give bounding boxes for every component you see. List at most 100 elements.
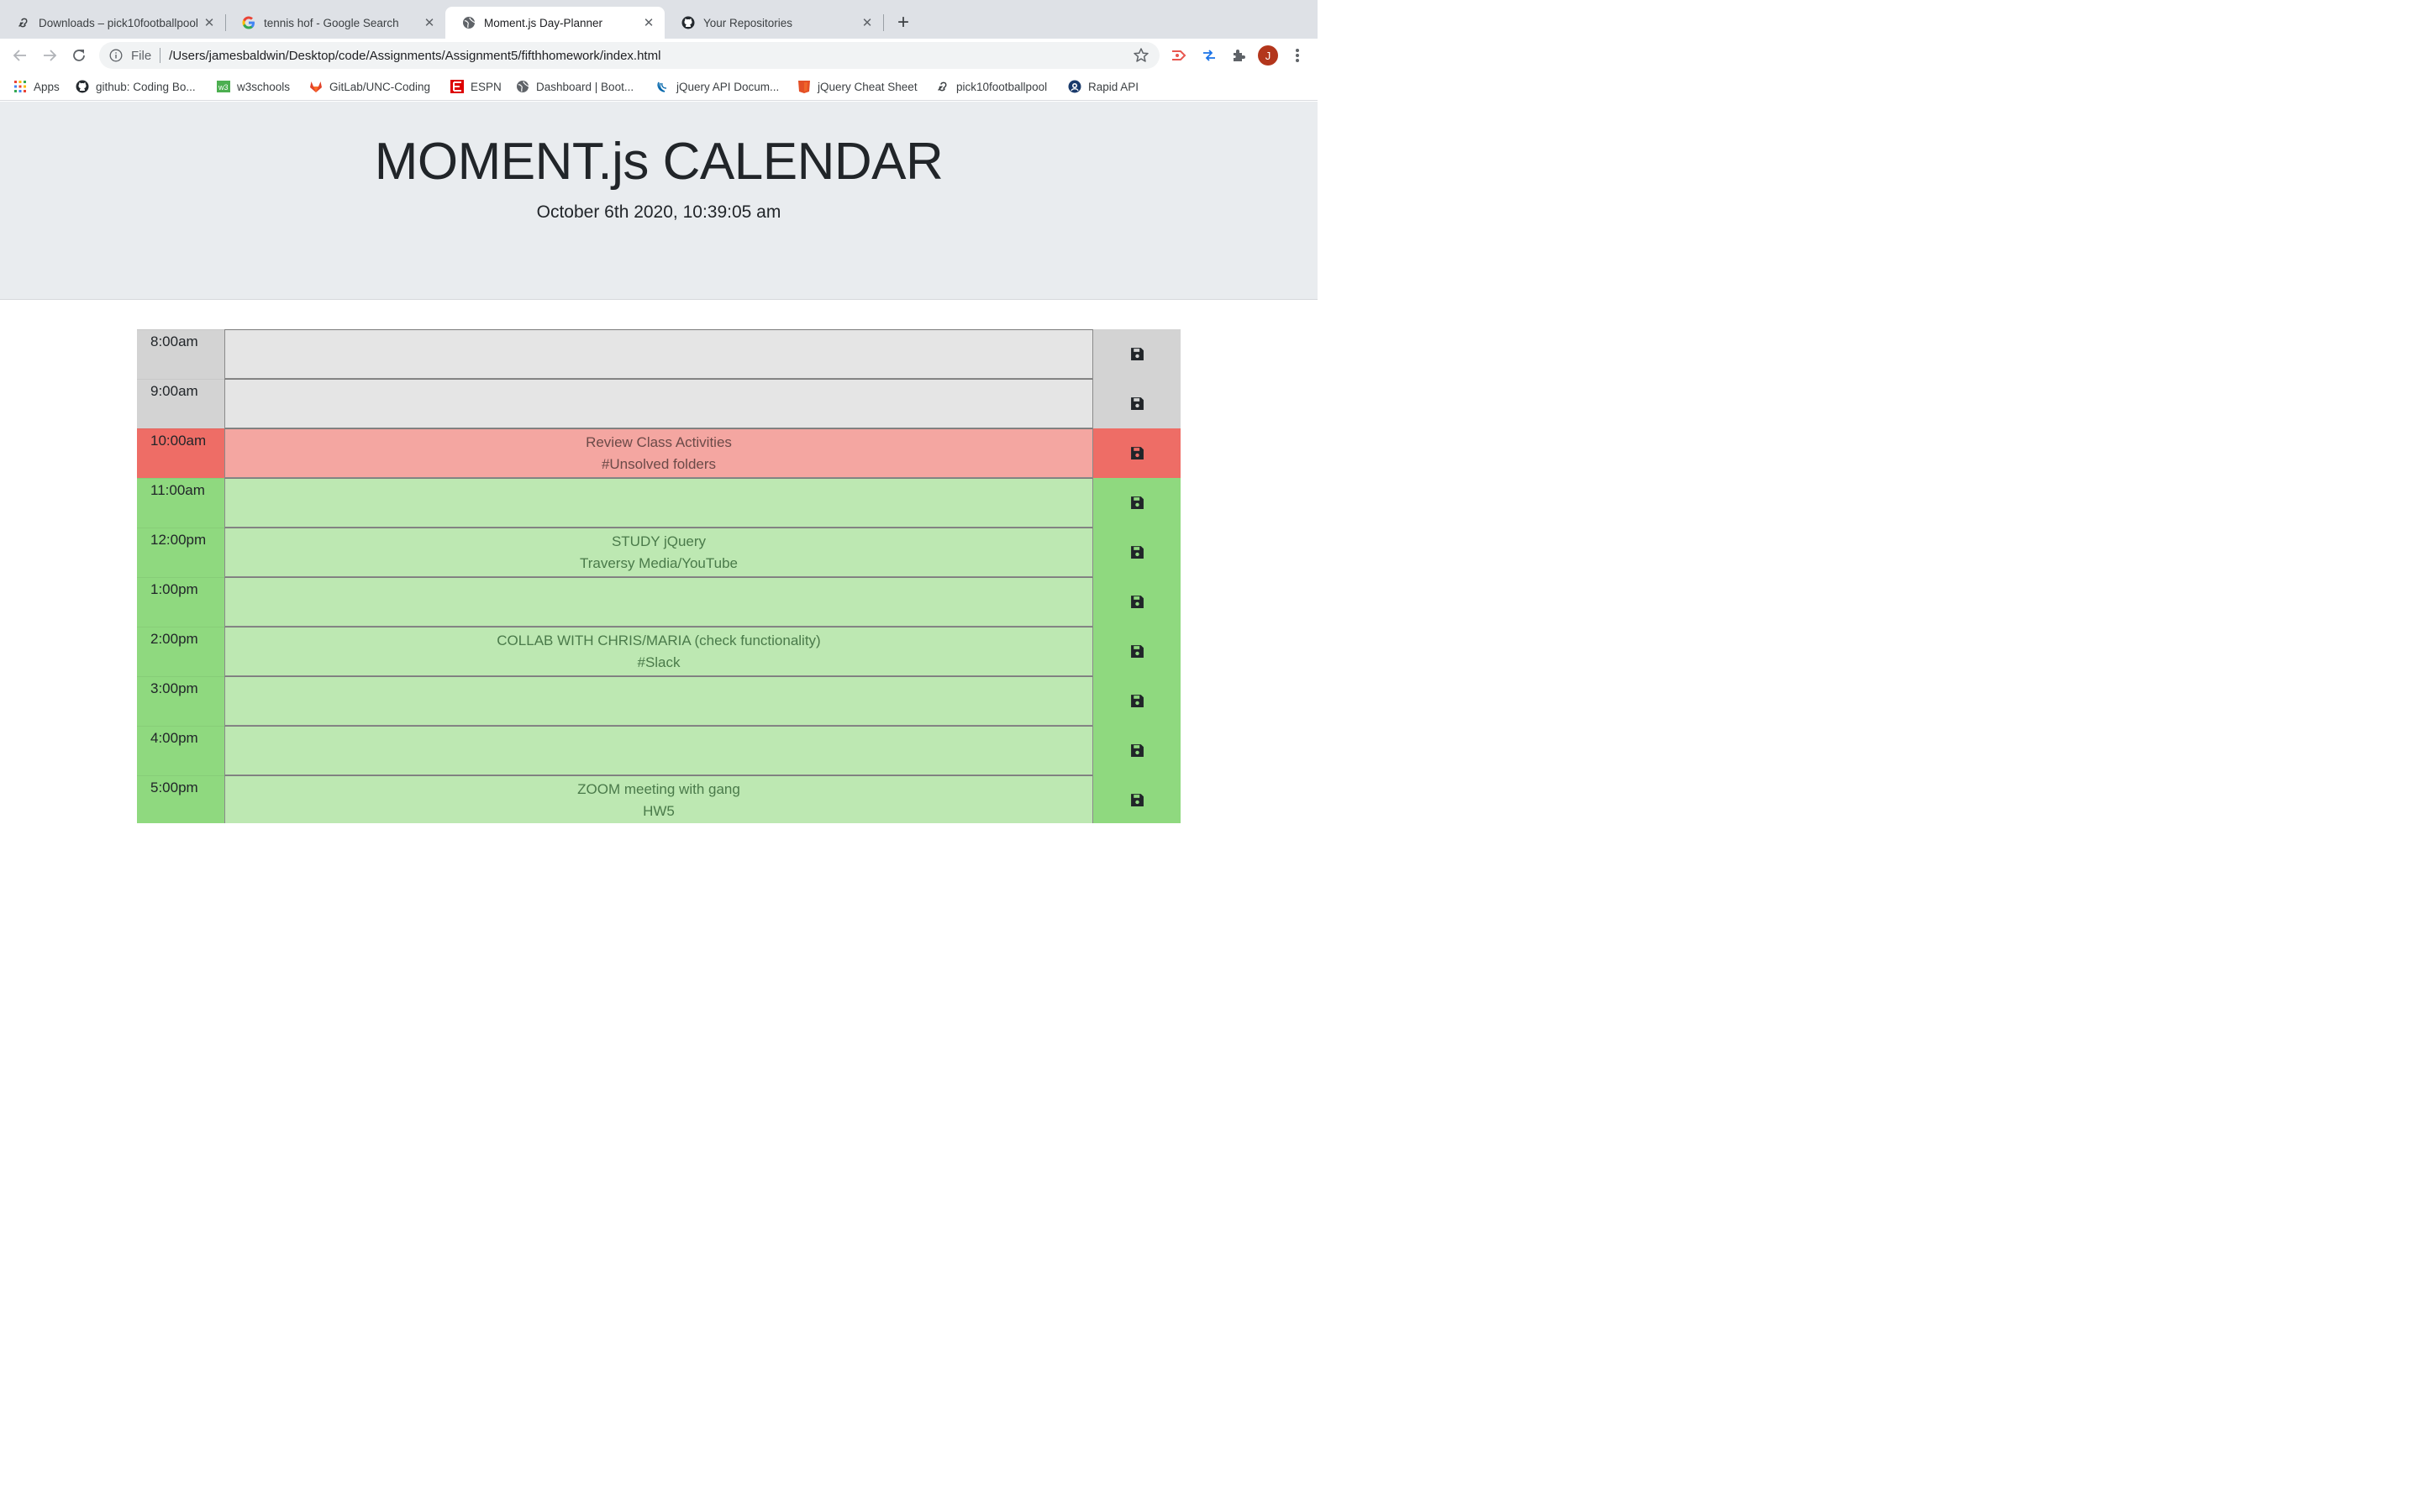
resize-handle-icon[interactable]	[1084, 370, 1091, 385]
back-button[interactable]	[10, 45, 30, 66]
tab-separator	[883, 14, 884, 31]
bookmark-label: pick10footballpool	[956, 80, 1048, 93]
floppy-disk-icon	[1130, 694, 1144, 708]
save-button[interactable]	[1093, 726, 1181, 775]
floppy-disk-icon	[1130, 496, 1144, 510]
new-tab-button[interactable]: +	[893, 11, 913, 34]
event-textarea[interactable]	[224, 577, 1093, 633]
floppy-disk-icon	[1130, 793, 1144, 807]
save-button[interactable]	[1093, 627, 1181, 676]
floppy-disk-icon	[1130, 446, 1144, 460]
event-textarea[interactable]: ZOOM meeting with gang HW5	[224, 775, 1093, 823]
save-button[interactable]	[1093, 379, 1181, 428]
save-button[interactable]	[1093, 577, 1181, 627]
bookmark-star-icon[interactable]	[1133, 47, 1150, 64]
save-button[interactable]	[1093, 329, 1181, 379]
info-icon[interactable]	[109, 49, 123, 62]
profile-avatar[interactable]: J	[1258, 45, 1278, 66]
bookmark-w3schools[interactable]: w3 w3schools	[217, 78, 290, 95]
resize-handle-icon[interactable]	[1084, 518, 1091, 533]
tab-title: Downloads – pick10footballpool	[39, 16, 198, 29]
bookmark-github-coding-bootcamp[interactable]: github: Coding Bo...	[76, 78, 196, 95]
event-text-line: Traversy Media/YouTube	[579, 554, 739, 571]
save-button[interactable]	[1093, 478, 1181, 528]
reload-icon	[73, 50, 85, 61]
gitlab-icon	[309, 80, 323, 93]
kebab-menu-icon[interactable]	[1292, 46, 1302, 65]
resize-handle-icon[interactable]	[1084, 617, 1091, 633]
event-textarea[interactable]	[224, 478, 1093, 533]
bookmark-espn[interactable]: ESPN	[450, 78, 502, 95]
globe-icon	[516, 80, 529, 93]
html5-icon	[797, 80, 811, 93]
event-text-line: COLLAB WITH CHRIS/MARIA (check functiona…	[497, 632, 821, 648]
time-block-row: 10:00am Review Class Activities #Unsolved …	[137, 428, 1181, 484]
resize-handle-icon[interactable]	[1084, 717, 1091, 732]
resize-handle-icon[interactable]	[1084, 667, 1091, 682]
save-button[interactable]	[1093, 676, 1181, 726]
event-textarea[interactable]: COLLAB WITH CHRIS/MARIA (check functiona…	[224, 627, 1093, 682]
close-icon[interactable]: ✕	[202, 15, 217, 30]
close-icon[interactable]: ✕	[422, 15, 437, 30]
event-text-line: #Slack	[637, 654, 681, 670]
tab-google-search[interactable]: tennis hof - Google Search ✕	[225, 7, 445, 39]
hour-label: 1:00pm	[137, 577, 224, 627]
globe-icon	[462, 16, 476, 29]
forward-button[interactable]	[39, 45, 60, 66]
apps-grid-icon	[13, 80, 27, 93]
sync-extension-icon[interactable]	[1201, 47, 1218, 64]
puzzle-icon[interactable]	[1230, 47, 1247, 64]
hour-label: 5:00pm	[137, 775, 224, 823]
address-bar[interactable]: File /Users/jamesbaldwin/Desktop/code/As…	[99, 42, 1160, 69]
bookmark-jquery-cheat-sheet[interactable]: jQuery Cheat Sheet	[797, 78, 918, 95]
floppy-disk-icon	[1130, 545, 1144, 559]
hour-label: 8:00am	[137, 329, 224, 379]
save-button[interactable]	[1093, 528, 1181, 577]
url-scheme: File	[131, 48, 152, 63]
resize-handle-icon[interactable]	[1084, 766, 1091, 781]
resize-handle-icon[interactable]	[1084, 816, 1091, 822]
arrow-right-icon	[44, 50, 57, 61]
floppy-disk-icon	[1130, 595, 1144, 609]
cast-extension-icon[interactable]	[1171, 47, 1187, 64]
espn-icon	[450, 80, 464, 93]
tab-downloads[interactable]: Downloads – pick10footballpool ✕	[0, 7, 225, 39]
event-textarea[interactable]	[224, 379, 1093, 434]
resize-handle-icon[interactable]	[1084, 568, 1091, 583]
page-viewport: MOMENT.js CALENDAR October 6th 2020, 10:…	[0, 102, 1318, 823]
reload-button[interactable]	[69, 45, 89, 66]
event-textarea[interactable]: STUDY jQuery Traversy Media/YouTube	[224, 528, 1093, 583]
event-textarea[interactable]	[224, 676, 1093, 732]
time-block-row: 8:00am	[137, 329, 1181, 385]
tab-title: Your Repositories	[703, 16, 793, 29]
bookmark-gitlab-unc-coding[interactable]: GitLab/UNC-Coding	[309, 78, 430, 95]
bookmark-dashboard-bootcamp[interactable]: Dashboard | Boot...	[516, 78, 634, 95]
bookmarks-bar: Apps github: Coding Bo... w3 w3schools G…	[0, 72, 1318, 101]
bookmark-jquery-api-docs[interactable]: jQuery API Docum...	[656, 78, 779, 95]
resize-handle-icon[interactable]	[1084, 469, 1091, 484]
bookmark-label: Rapid API	[1088, 80, 1139, 93]
save-button[interactable]	[1093, 775, 1181, 823]
bookmark-label: Apps	[34, 80, 60, 93]
bookmark-pick10footballpool[interactable]: pick10footballpool	[936, 78, 1047, 95]
tab-your-repositories[interactable]: Your Repositories ✕	[665, 7, 883, 39]
floppy-disk-icon	[1130, 347, 1144, 361]
event-textarea[interactable]	[224, 726, 1093, 781]
url-text[interactable]: /Users/jamesbaldwin/Desktop/code/Assignm…	[169, 49, 1133, 63]
bookmark-label: ESPN	[471, 80, 502, 93]
google-icon	[242, 16, 255, 29]
jquery-icon	[656, 80, 670, 93]
close-icon[interactable]: ✕	[860, 15, 875, 30]
event-textarea[interactable]	[224, 329, 1093, 385]
bookmark-rapid-api[interactable]: Rapid API	[1068, 78, 1139, 95]
save-button[interactable]	[1093, 428, 1181, 478]
time-block-row: 4:00pm	[137, 726, 1181, 781]
hour-label: 9:00am	[137, 379, 224, 428]
bookmark-apps[interactable]: Apps	[13, 78, 60, 95]
tab-day-planner[interactable]: Moment.js Day-Planner ✕	[445, 7, 665, 39]
event-text-line: #Unsolved folders	[601, 455, 717, 472]
event-textarea[interactable]: Review Class Activities #Unsolved folders	[224, 428, 1093, 484]
resize-handle-icon[interactable]	[1084, 419, 1091, 434]
close-icon[interactable]: ✕	[641, 15, 656, 30]
link-icon	[936, 80, 950, 93]
